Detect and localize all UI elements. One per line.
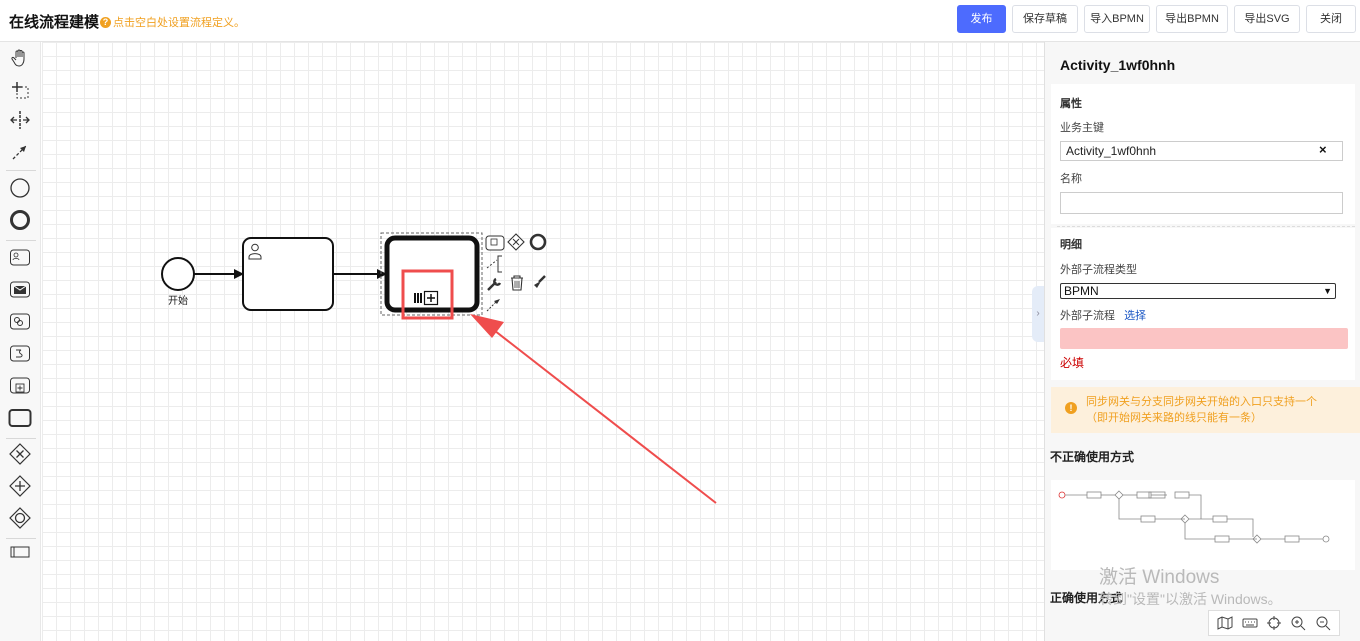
parallel-gateway-icon[interactable]	[8, 474, 32, 498]
hint-label: 点击空白处设置流程定义。	[113, 17, 245, 29]
map-icon[interactable]	[1216, 614, 1234, 632]
end-event-icon[interactable]	[8, 208, 32, 232]
pool-icon[interactable]	[8, 540, 32, 564]
keyboard-icon[interactable]	[1241, 614, 1259, 632]
warning-text: 同步网关与分支同步网关开始的入口只支持一个（即开始网关来路的线只能有一条）	[1086, 396, 1317, 424]
export-svg-button[interactable]: 导出SVG	[1234, 5, 1300, 33]
palette-divider	[6, 438, 36, 439]
crosshair-icon[interactable]	[1265, 614, 1283, 632]
top-header: 在线流程建模 ? 点击空白处设置流程定义。 发布 保存草稿 导入BPMN 导出B…	[0, 0, 1360, 42]
wrong-usage-heading: 不正确使用方式	[1050, 450, 1135, 464]
start-event-icon[interactable]	[8, 176, 32, 200]
palette-divider	[6, 538, 36, 539]
zoom-in-icon[interactable]	[1289, 614, 1307, 632]
lasso-tool-icon[interactable]	[8, 78, 32, 102]
warning-icon: !	[1065, 402, 1077, 414]
toolbar: 发布 保存草稿 导入BPMN 导出BPMN 导出SVG 关闭	[957, 5, 1356, 33]
section-title-properties: 属性	[1060, 98, 1082, 110]
connect-tool-icon[interactable]	[8, 140, 32, 164]
windows-watermark-line2: 转到"设置"以激活 Windows。	[1099, 591, 1282, 607]
element-id-heading: Activity_1wf0hnh	[1060, 57, 1176, 73]
wrong-usage-diagram	[1051, 480, 1355, 570]
task-icon[interactable]	[8, 406, 32, 430]
bpmn-canvas[interactable]	[42, 42, 1044, 641]
space-tool-icon[interactable]	[8, 108, 32, 132]
subprocess-label: 外部子流程 选择	[1060, 307, 1146, 323]
save-draft-button[interactable]: 保存草稿	[1012, 5, 1078, 33]
question-icon: ?	[100, 16, 111, 28]
chevron-down-icon: ▼	[1323, 286, 1332, 296]
required-message: 必填	[1060, 356, 1085, 370]
wrong-usage-diagram-image	[1058, 490, 1330, 544]
import-bpmn-button[interactable]: 导入BPMN	[1084, 5, 1150, 33]
panel-collapse-toggle[interactable]: ›	[1032, 286, 1044, 342]
script-task-icon[interactable]	[8, 342, 32, 366]
subprocess-type-value: BPMN	[1064, 284, 1099, 298]
exclusive-gateway-icon[interactable]	[8, 442, 32, 466]
user-task-icon[interactable]	[8, 246, 32, 270]
export-bpmn-button[interactable]: 导出BPMN	[1156, 5, 1228, 33]
detail-section: 明细 外部子流程类型 BPMN ▼ 外部子流程 选择 必填	[1051, 228, 1355, 380]
close-button[interactable]: 关闭	[1306, 5, 1356, 33]
zoom-out-icon[interactable]	[1314, 614, 1332, 632]
publish-button[interactable]: 发布	[957, 5, 1006, 33]
properties-panel: Activity_1wf0hnh 属性 业务主键 × 名称 明细 外部子流程类型…	[1044, 42, 1360, 641]
page-title: 在线流程建模	[9, 14, 100, 31]
hand-tool-icon[interactable]	[8, 46, 32, 70]
business-key-label: 业务主键	[1060, 122, 1104, 134]
tool-palette	[0, 42, 41, 641]
hint-text: ? 点击空白处设置流程定义。	[100, 14, 245, 30]
receive-task-icon[interactable]	[8, 278, 32, 302]
subprocess-label-text: 外部子流程	[1060, 310, 1115, 322]
service-task-icon[interactable]	[8, 310, 32, 334]
palette-divider	[6, 170, 36, 171]
section-title-detail: 明细	[1060, 239, 1082, 251]
palette-divider	[6, 240, 36, 241]
start-event-label: 开始	[168, 296, 188, 307]
inclusive-gateway-icon[interactable]	[8, 506, 32, 530]
warning-alert: ! 同步网关与分支同步网关开始的入口只支持一个（即开始网关来路的线只能有一条）	[1051, 387, 1360, 433]
canvas-controls	[1208, 610, 1340, 636]
windows-watermark-line1: 激活 Windows	[1099, 567, 1220, 588]
clear-business-key-button[interactable]: ×	[1319, 142, 1327, 157]
subprocess-icon[interactable]	[8, 374, 32, 398]
business-key-input[interactable]	[1060, 141, 1343, 161]
section-divider	[1057, 226, 1355, 227]
subprocess-type-label: 外部子流程类型	[1060, 264, 1137, 276]
subprocess-input-error[interactable]	[1060, 328, 1348, 349]
select-subprocess-link[interactable]: 选择	[1124, 310, 1146, 322]
name-input[interactable]	[1060, 192, 1343, 214]
properties-section: 属性 业务主键 × 名称	[1051, 84, 1355, 224]
subprocess-type-select[interactable]: BPMN ▼	[1060, 283, 1336, 299]
name-label: 名称	[1060, 173, 1082, 185]
